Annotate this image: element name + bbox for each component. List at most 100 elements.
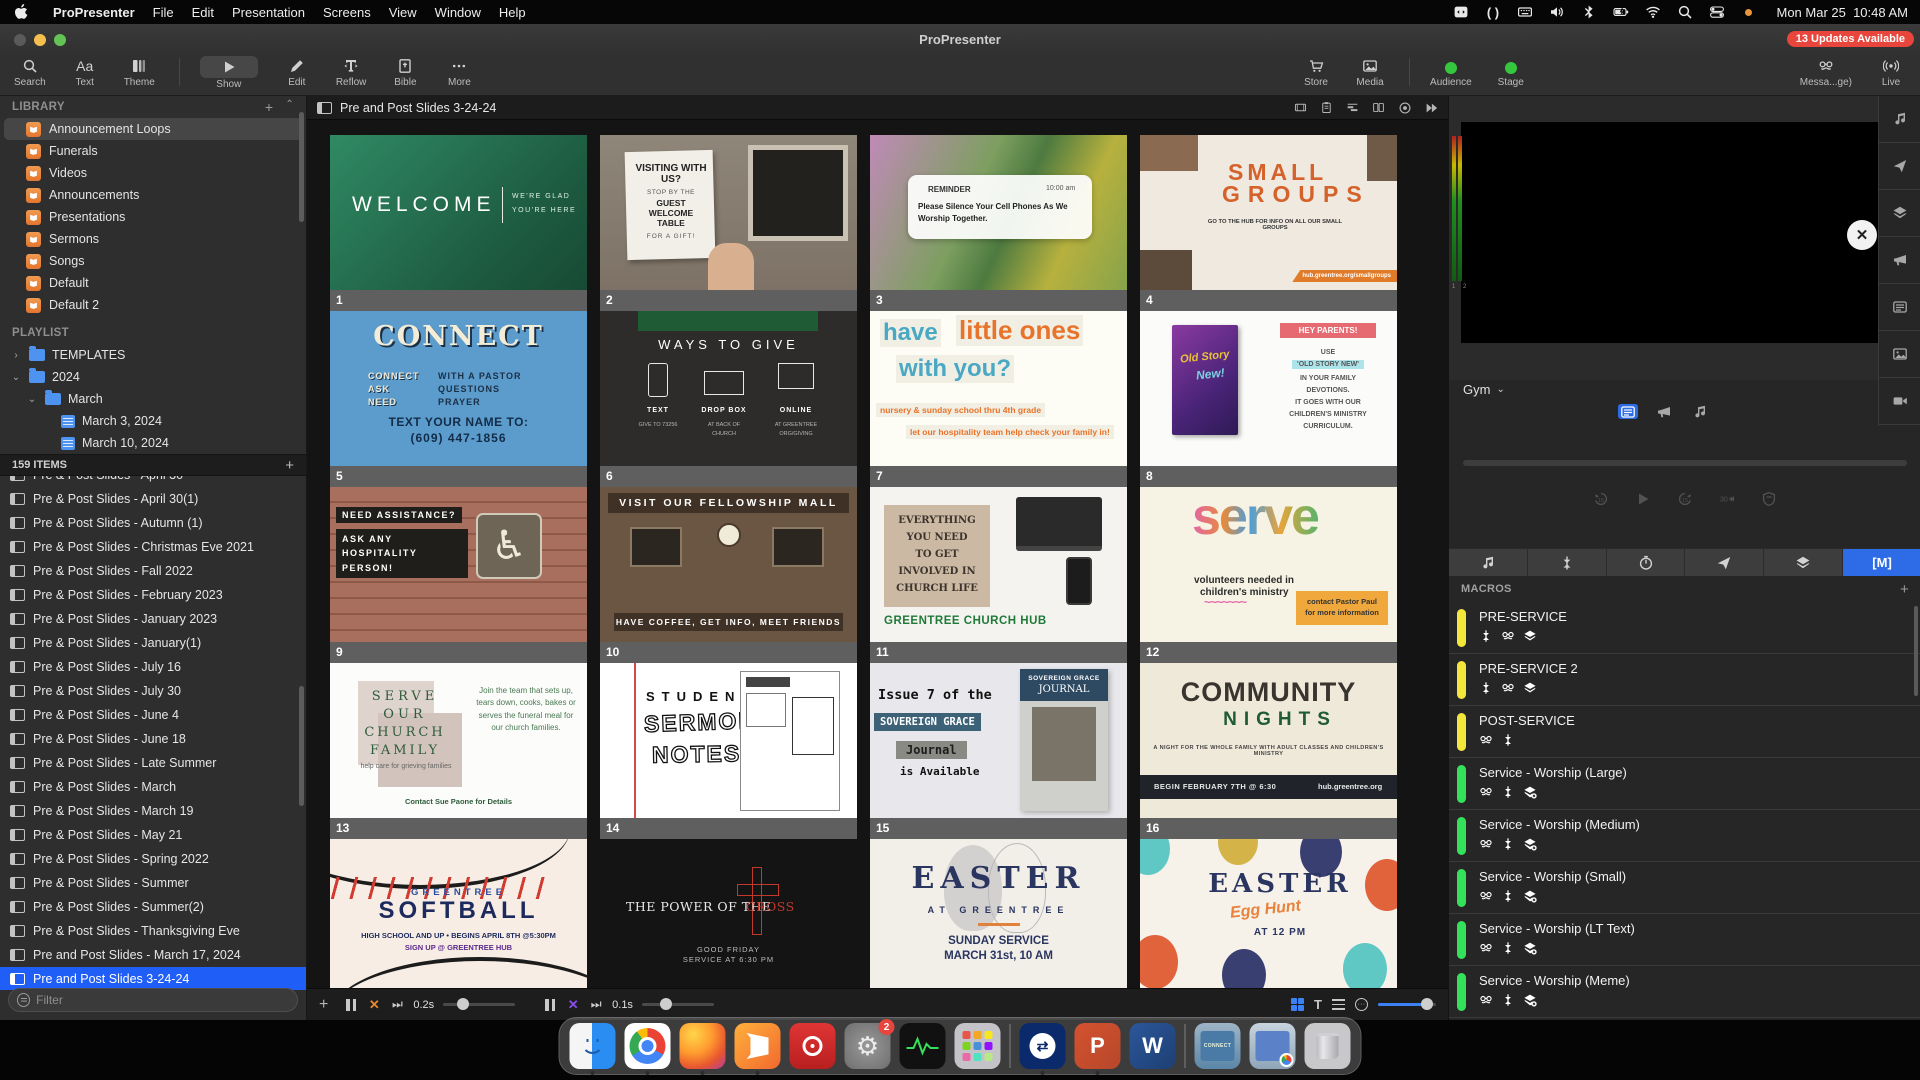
playlist-item[interactable]: Pre & Post Slides - July 16 [0,655,306,679]
activity-monitor-icon[interactable] [900,1023,946,1069]
playlist-item[interactable]: Pre & Post Slides - Summer(2) [0,895,306,919]
menu-item-view[interactable]: View [380,5,426,20]
battery-icon[interactable] [1612,4,1629,21]
library-item[interactable]: Funerals [0,140,306,162]
timer-slider[interactable] [443,1003,515,1006]
chrome-icon[interactable] [625,1023,671,1069]
tab-timer-icon[interactable] [1607,549,1686,576]
minimized-window-connect[interactable]: CONNECT [1195,1023,1241,1069]
playlist-item[interactable]: Pre & Post Slides - Fall 2022 [0,559,306,583]
pause-icon[interactable] [344,998,358,1012]
library-add-icon[interactable]: + [265,99,273,115]
menu-item-screens[interactable]: Screens [314,5,380,20]
skip-30-icon[interactable]: 30 [1716,488,1738,510]
playlist-item[interactable]: Pre & Post Slides - Spring 2022 [0,847,306,871]
trash-icon[interactable] [1305,1023,1351,1069]
notification-dot-icon[interactable] [1740,4,1757,21]
toolbar-show-button[interactable]: Show [200,56,258,90]
target-icon[interactable] [1397,100,1412,115]
toolbar-theme-button[interactable]: Theme [124,56,155,88]
clear-media-icon[interactable]: ✕ [367,998,381,1012]
playlist-add-icon[interactable]: + [285,457,294,474]
grid-view-icon[interactable] [1291,998,1305,1012]
updates-badge[interactable]: 13 Updates Available [1787,31,1914,47]
finder-icon[interactable] [570,1023,616,1069]
word-icon[interactable]: W [1130,1023,1176,1069]
slide-thumbnail[interactable]: SERVEOURCHURCHFAMILYhelp care for grievi… [330,663,587,839]
menu-item-help[interactable]: Help [490,5,535,20]
skip-next-icon[interactable] [1423,100,1438,115]
music-note-icon[interactable] [1879,96,1920,143]
macro-item[interactable]: Service - Worship (Small) [1449,862,1920,914]
volume-icon[interactable] [1548,4,1565,21]
toolbar-audience-button[interactable]: Audience [1430,56,1472,88]
spotlight-icon[interactable] [1676,4,1693,21]
tab-layers-icon[interactable] [1764,549,1843,576]
chevron-icon[interactable]: ⌄ [26,394,38,405]
playlist-item[interactable]: Pre & Post Slides - January(1) [0,631,306,655]
bluetooth-icon[interactable] [1580,4,1597,21]
system-settings-icon[interactable]: ⚙2 [845,1023,891,1069]
play-icon[interactable] [1632,488,1654,510]
library-item[interactable]: Videos [0,162,306,184]
video-camera-icon[interactable] [1879,378,1920,425]
playlist-item[interactable]: Pre & Post Slides - April 30(1) [0,487,306,511]
macro-item[interactable]: Service - Worship (Meme) [1449,966,1920,1018]
slide-thumbnail[interactable]: havelittle oneswith you?nursery & sunday… [870,311,1127,487]
playlist-tree-item[interactable]: March 10, 2024 [0,432,306,454]
library-item[interactable]: Default [0,272,306,294]
split-columns-icon[interactable] [1371,100,1386,115]
playlist-item[interactable]: Pre & Post Slides - Autumn (1) [0,511,306,535]
pause-icon[interactable] [543,998,557,1012]
playlist-item[interactable]: Pre & Post Slides - April 30 [0,476,306,487]
macro-item[interactable]: PRE-SERVICE [1449,602,1920,654]
playlist-tree-item[interactable]: ⌄March [0,388,306,410]
library-collapse-icon[interactable]: ⌃ [285,99,294,115]
slide-thumbnail[interactable]: CONNECTCONNECTASKNEEDWITH A PASTORQUESTI… [330,311,587,487]
slide-thumbnail[interactable]: STUDENTSERMONNOTES14 [600,663,857,839]
library-item[interactable]: Sermons [0,228,306,250]
slide-thumbnail[interactable]: VISIT OUR FELLOWSHIP MALLHAVE COFFEE, GE… [600,487,857,663]
library-item[interactable]: Default 2 [0,294,306,316]
minimized-window-browser[interactable] [1250,1023,1296,1069]
macro-item[interactable]: Service - Worship (LT Text) [1449,914,1920,966]
screencast-icon[interactable] [790,1023,836,1069]
stage-list-icon[interactable] [1618,404,1638,419]
send-icon[interactable] [1879,143,1920,190]
menu-item-presentation[interactable]: Presentation [223,5,314,20]
text-view-icon[interactable]: T [1314,997,1322,1012]
library-item[interactable]: Announcement Loops [4,118,302,140]
slide-thumbnail[interactable]: COMMUNITYNIGHTSA NIGHT FOR THE WHOLE FAM… [1140,663,1397,839]
thumbnail-zoom-slider[interactable] [1378,1003,1436,1006]
playlist-tree-item[interactable]: ⌄2024 [0,366,306,388]
apple-menu-icon[interactable] [14,4,28,20]
menu-item-file[interactable]: File [144,5,183,20]
slide-thumbnail[interactable]: Old StoryNew!HEY PARENTS!USE'OLD STORY N… [1140,311,1397,487]
toolbar-text-button[interactable]: AaText [70,56,100,88]
shield-icon[interactable] [1758,488,1780,510]
tab-props-fader-icon[interactable] [1528,549,1607,576]
playlist-item[interactable]: Pre & Post Slides - Late Summer [0,751,306,775]
slide-thumbnail[interactable]: GREENTREESOFTBALLHIGH SCHOOL AND UP • BE… [330,839,587,988]
toolbar-live-button[interactable]: Live [1876,56,1906,88]
slide-thumbnail[interactable]: WELCOMEWE'RE GLADYOU'RE HERE1 [330,135,587,311]
playlist-item[interactable]: Pre & Post Slides - Thanksgiving Eve [0,919,306,943]
screen-selector[interactable]: Gym ⌄ [1463,382,1505,397]
skip-next-icon[interactable]: ⏭ [390,998,404,1012]
menu-item-edit[interactable]: Edit [183,5,223,20]
propresenter-icon[interactable] [735,1023,781,1069]
macros-add-icon[interactable]: + [1900,581,1909,598]
clipboard-icon[interactable] [1319,100,1334,115]
slide-thumbnail[interactable]: NEED ASSISTANCE?ASK ANY HOSPITALITY PERS… [330,487,587,663]
filter-input[interactable] [36,993,289,1007]
slide-thumbnail[interactable]: SMALLGROUPSGO TO THE HUB FOR INFO ON ALL… [1140,135,1397,311]
macro-item[interactable]: POST-SERVICE [1449,706,1920,758]
menu-clock[interactable]: Mon Mar 25 10:48 AM [1776,5,1908,20]
toolbar-edit-button[interactable]: Edit [282,56,312,88]
toolbar-stage-button[interactable]: Stage [1496,56,1526,88]
playlist-item[interactable]: Pre & Post Slides - March 19 [0,799,306,823]
library-item[interactable]: Presentations [0,206,306,228]
timeline-icon[interactable] [1345,100,1360,115]
wifi-icon[interactable] [1644,4,1661,21]
playlist-item[interactable]: Pre & Post Slides - January 2023 [0,607,306,631]
